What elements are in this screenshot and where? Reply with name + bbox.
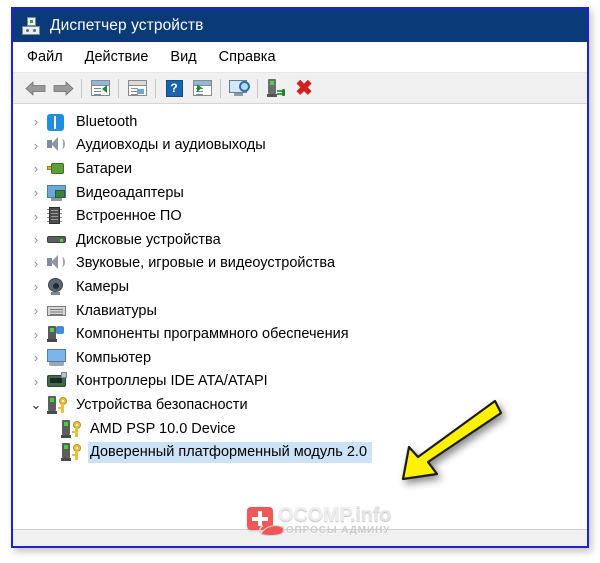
tree-item-trusted-platform-module[interactable]: Доверенный платформенный модуль 2.0: [13, 440, 587, 464]
watermark-tagline: ВОПРОСЫ АДМИНУ: [278, 525, 391, 536]
chevron-right-icon[interactable]: ›: [25, 304, 47, 317]
menu-item-help[interactable]: Справка: [219, 49, 276, 65]
tree-item-bluetooth[interactable]: › Bluetooth: [13, 110, 587, 134]
device-tree[interactable]: › Bluetooth › Аудиовходы и аудиовыходы ›…: [13, 104, 587, 546]
tree-item-label: Батареи: [76, 160, 133, 177]
audio-speaker-icon: [47, 254, 67, 272]
tree-item-amd-psp-device[interactable]: AMD PSP 10.0 Device: [13, 417, 587, 441]
tree-item-label: Компоненты программного обеспечения: [76, 326, 349, 343]
menu-item-action[interactable]: Действие: [85, 49, 149, 65]
tree-item-label: Компьютер: [76, 349, 152, 366]
device-manager-icon: [22, 16, 40, 35]
tree-item-display-adapters[interactable]: › Видеоадаптеры: [13, 181, 587, 205]
chevron-right-icon[interactable]: ›: [25, 257, 47, 270]
chevron-right-icon[interactable]: ›: [25, 162, 47, 175]
scan-monitor-icon: [229, 79, 250, 97]
menubar: Файл Действие Вид Справка: [13, 42, 587, 73]
chevron-right-icon[interactable]: ›: [25, 115, 47, 128]
document-window-icon: [127, 80, 147, 96]
tree-item-label: Аудиовходы и аудиовыходы: [76, 137, 266, 154]
delete-device-icon: ✖: [295, 76, 313, 100]
chevron-right-icon[interactable]: ›: [25, 328, 47, 341]
toolbar-scan-button[interactable]: [225, 76, 253, 101]
tree-item-label: AMD PSP 10.0 Device: [90, 420, 236, 437]
tree-item-firmware[interactable]: › Встроенное ПО: [13, 204, 587, 228]
tree-item-disk-drives[interactable]: › Дисковые устройства: [13, 228, 587, 252]
mouse-icon: [259, 525, 284, 536]
watermark-text: OCOMP.info ВОПРОСЫ АДМИНУ: [278, 504, 392, 537]
disk-drive-icon: [47, 231, 67, 249]
help-question-icon: ?: [165, 79, 183, 97]
forward-arrow-icon: [53, 80, 74, 96]
tree-item-label: Контроллеры IDE ATA/ATAPI: [76, 373, 268, 390]
chevron-right-icon[interactable]: ›: [25, 351, 47, 364]
tree-item-keyboards[interactable]: › Клавиатуры: [13, 299, 587, 323]
chevron-right-icon[interactable]: ›: [25, 233, 47, 246]
audio-speaker-icon: [47, 136, 67, 154]
toolbar-separator: [220, 78, 221, 98]
watermark: OCOMP.info ВОПРОСЫ АДМИНУ: [247, 504, 392, 537]
toolbar-forward-button[interactable]: [49, 76, 77, 101]
toolbar-back-button[interactable]: [21, 76, 49, 101]
tree-item-label: Дисковые устройства: [76, 231, 221, 248]
camera-icon: [47, 277, 67, 296]
computer-icon: [47, 348, 67, 367]
chevron-right-icon[interactable]: ›: [25, 186, 47, 199]
tree-item-security-devices[interactable]: ⌄ Устройства безопасности: [13, 393, 587, 417]
tree-item-label: Видеоадаптеры: [76, 184, 184, 201]
toolbar: ? ✖: [13, 73, 587, 104]
menu-item-view[interactable]: Вид: [170, 49, 196, 65]
toolbar-delete-device-button[interactable]: ✖: [290, 76, 318, 101]
watermark-brand: OCOMP.info: [278, 504, 392, 526]
tree-item-label: Звуковые, игровые и видеоустройства: [76, 255, 336, 272]
tree-item-label: Камеры: [76, 278, 130, 295]
chevron-down-icon[interactable]: ⌄: [25, 398, 47, 411]
chevron-right-icon[interactable]: ›: [25, 375, 47, 388]
tree-item-label: Доверенный платформенный модуль 2.0: [88, 441, 373, 463]
toolbar-play-button[interactable]: [188, 76, 216, 101]
software-component-icon: [47, 325, 67, 343]
toolbar-document-button[interactable]: [123, 76, 151, 101]
tree-item-label: Устройства безопасности: [76, 396, 248, 413]
toolbar-enable-device-button[interactable]: [262, 76, 290, 101]
tree-item-sound-video-game[interactable]: › Звуковые, игровые и видеоустройства: [13, 252, 587, 276]
toolbar-separator: [81, 78, 82, 98]
chevron-right-icon[interactable]: ›: [25, 210, 47, 223]
toolbar-separator: [118, 78, 119, 98]
keyboard-icon: [47, 302, 67, 320]
bluetooth-icon: [47, 113, 67, 131]
tree-item-software-components[interactable]: › Компоненты программного обеспечения: [13, 322, 587, 346]
tree-item-label: Клавиатуры: [76, 302, 157, 319]
back-arrow-icon: [24, 80, 45, 96]
toolbar-help-button[interactable]: ?: [160, 76, 188, 101]
tree-item-audio-inputs-outputs[interactable]: › Аудиовходы и аудиовыходы: [13, 134, 587, 158]
toolbar-separator: [155, 78, 156, 98]
toolbar-separator: [257, 78, 258, 98]
ide-controller-icon: [47, 372, 67, 390]
tree-item-ide-ata-atapi-controllers[interactable]: › Контроллеры IDE ATA/ATAPI: [13, 370, 587, 394]
chevron-right-icon[interactable]: ›: [25, 280, 47, 293]
tree-item-label: Встроенное ПО: [76, 208, 182, 225]
play-window-icon: [192, 80, 212, 96]
firmware-chip-icon: [47, 207, 67, 225]
chevron-right-icon[interactable]: ›: [25, 139, 47, 152]
tree-item-batteries[interactable]: › Батареи: [13, 157, 587, 181]
window-title: Диспетчер устройств: [50, 16, 204, 34]
tree-item-cameras[interactable]: › Камеры: [13, 275, 587, 299]
battery-icon: [47, 160, 67, 178]
enable-device-icon: [266, 79, 286, 97]
security-device-icon: [61, 443, 81, 462]
properties-window-icon: [90, 80, 110, 96]
tree-item-computer[interactable]: › Компьютер: [13, 346, 587, 370]
menu-item-file[interactable]: Файл: [27, 49, 63, 65]
screenshot-root: Диспетчер устройств Файл Действие Вид Сп…: [0, 0, 600, 563]
tree-item-label: Bluetooth: [76, 113, 138, 130]
toolbar-properties-button[interactable]: [86, 76, 114, 101]
device-manager-window: Диспетчер устройств Файл Действие Вид Сп…: [11, 7, 589, 548]
security-device-icon: [61, 419, 81, 438]
window-titlebar: Диспетчер устройств: [13, 9, 587, 42]
display-adapter-icon: [47, 184, 67, 202]
security-device-icon: [47, 395, 67, 414]
